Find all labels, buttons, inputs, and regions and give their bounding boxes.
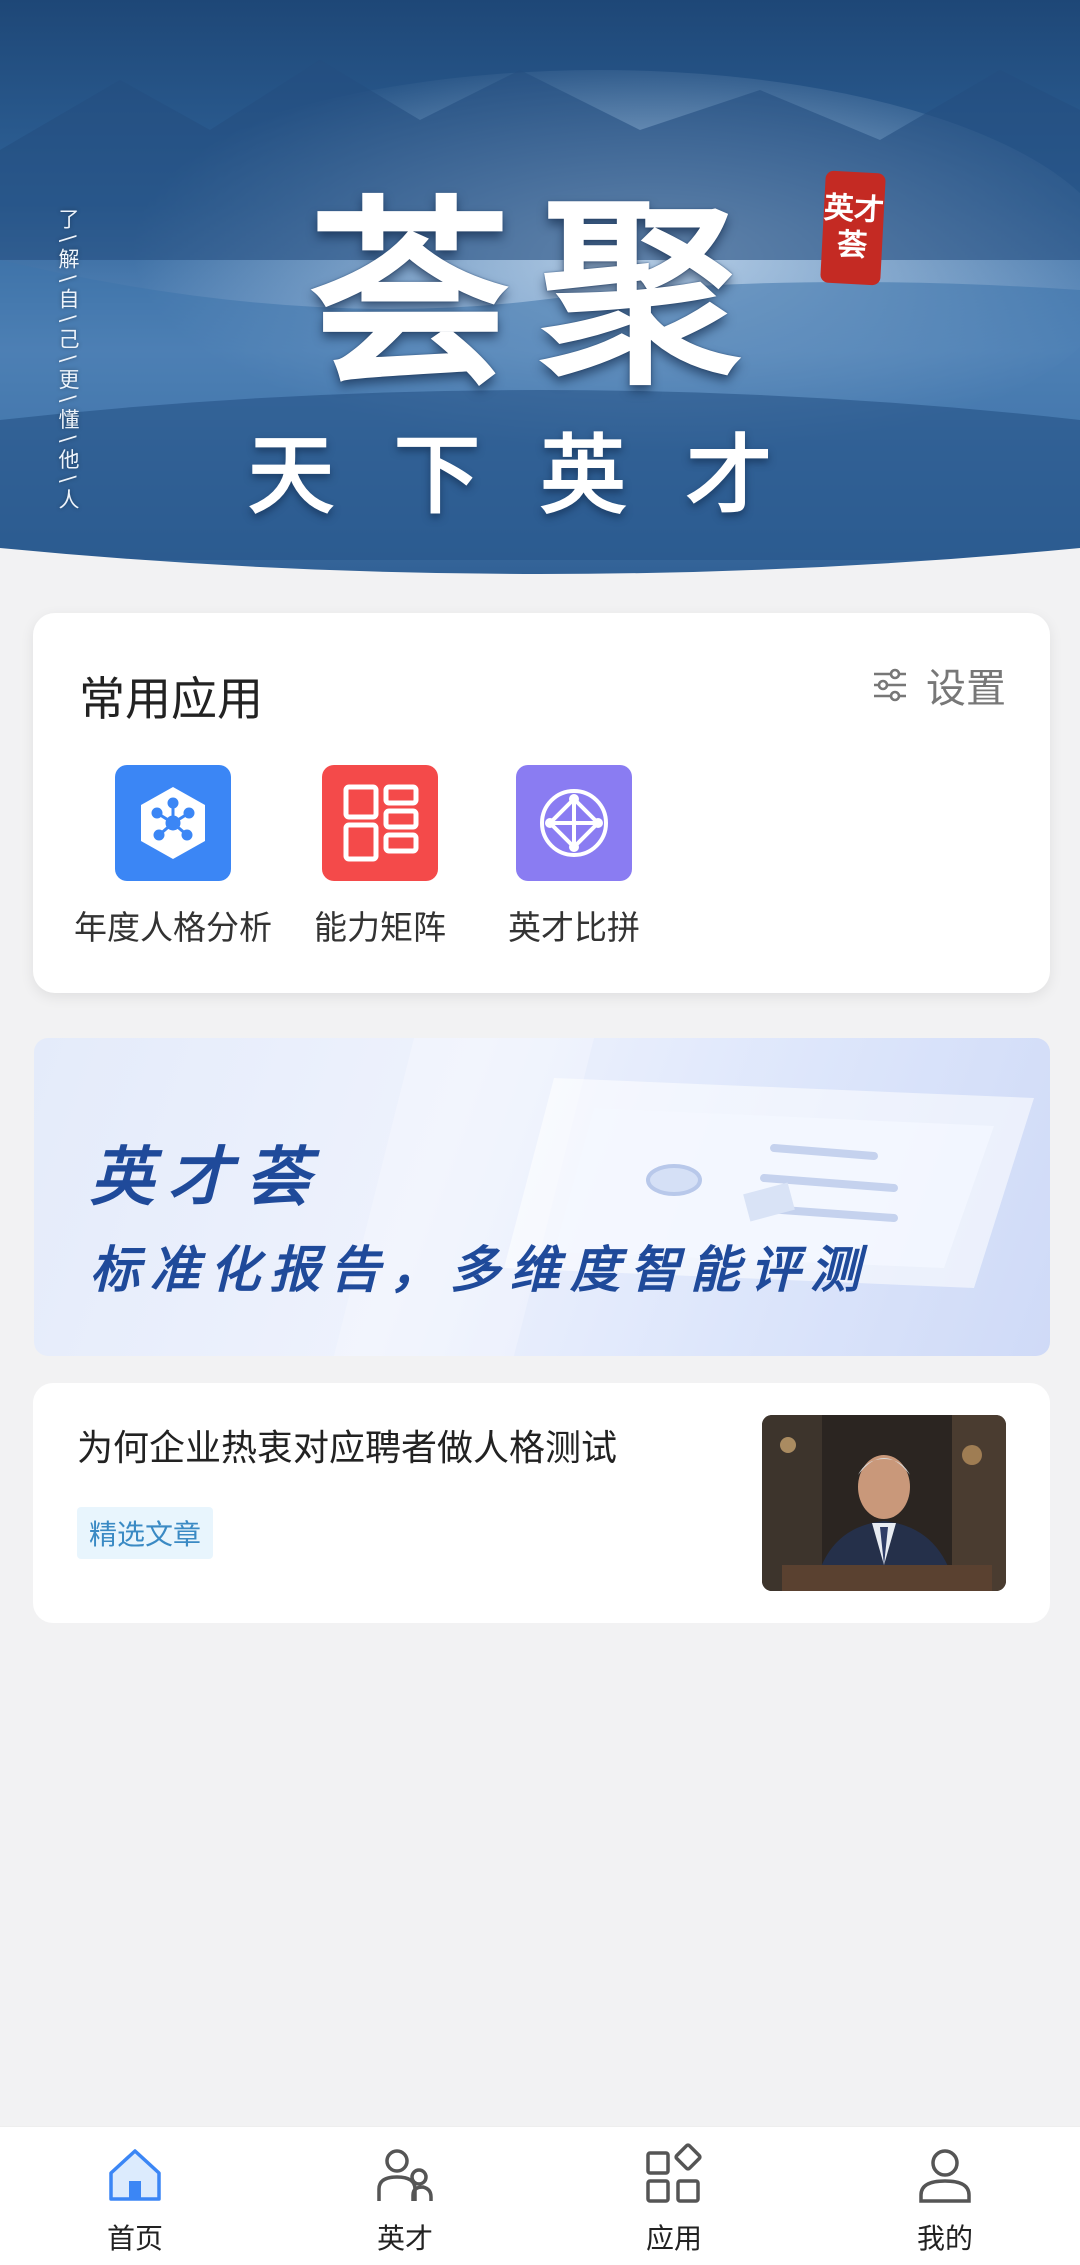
app-label: 年度人格分析	[74, 908, 272, 947]
home-icon	[109, 2149, 161, 2201]
app-annual-personality-analysis[interactable]: 年度人格分析	[73, 765, 273, 949]
hero-banner: 了\解\自\己\更\懂\他\人 荟聚 天下英才 英才 荟	[0, 0, 1080, 585]
tab-home[interactable]: 首页	[65, 2143, 205, 2257]
apps-icon	[646, 2143, 702, 2203]
tab-mine[interactable]: 我的	[875, 2143, 1015, 2257]
article-card[interactable]: 为何企业热衷对应聘者做人格测试 精选文章	[33, 1383, 1050, 1623]
tab-label: 应用	[645, 2222, 702, 2255]
app-ability-matrix[interactable]: 能力矩阵	[305, 765, 455, 949]
banner-subtitle: 标准化报告，多维度智能评测	[90, 1241, 870, 1299]
tab-label: 英才	[376, 2222, 433, 2255]
app-label: 英才比拼	[508, 908, 640, 947]
compass-circle-icon	[516, 765, 632, 881]
app-talent-competition[interactable]: 英才比拼	[499, 765, 649, 949]
settings-label: 设置	[926, 666, 1006, 712]
hero-subtitle: 天下英才	[248, 425, 832, 526]
article-tag: 精选文章	[77, 1507, 214, 1559]
seal-logo: 英才 荟	[820, 170, 886, 286]
article-thumbnail[interactable]	[762, 1415, 1006, 1591]
matrix-grid-icon	[322, 765, 438, 881]
app-label: 能力矩阵	[314, 908, 446, 947]
bottom-tab-bar: 首页 英才 应用 我的	[0, 2126, 1080, 2265]
user-icon	[919, 2149, 971, 2203]
apps-section-title: 常用应用	[79, 672, 263, 726]
article-title[interactable]: 为何企业热衷对应聘者做人格测试	[77, 1419, 617, 1471]
banner-title: 英才荟	[90, 1141, 324, 1215]
hero-title: 荟聚	[309, 177, 770, 412]
tab-apps[interactable]: 应用	[604, 2143, 744, 2257]
settings-button[interactable]: 设置	[872, 657, 1006, 713]
tab-label: 首页	[106, 2222, 163, 2255]
sliders-icon	[874, 668, 906, 702]
common-apps-card: 常用应用 设置 年度人格分析 能力矩阵 英才比拼	[33, 613, 1050, 993]
people-icon	[377, 2149, 433, 2201]
tab-talent[interactable]: 英才	[335, 2143, 475, 2257]
seal-line-1: 英才	[823, 190, 885, 229]
seal-line-2: 荟	[836, 227, 868, 264]
network-hexagon-icon	[115, 765, 231, 881]
tab-label: 我的	[916, 2222, 973, 2255]
promo-banner[interactable]: 英才荟 标准化报告，多维度智能评测	[34, 1038, 1050, 1356]
